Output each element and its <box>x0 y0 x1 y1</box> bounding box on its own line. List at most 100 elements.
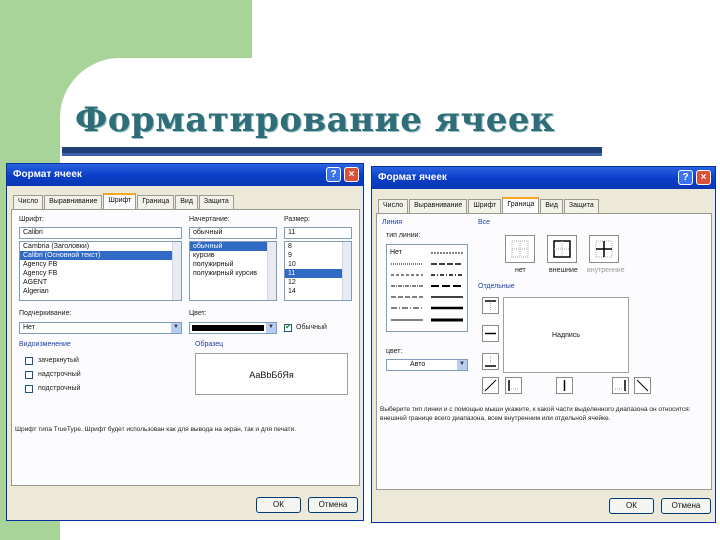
line-color-select[interactable]: Авто ▼ <box>386 359 468 371</box>
style-list[interactable]: обычный курсив полужирный полужирный кур… <box>189 241 277 301</box>
subscript-checkbox[interactable] <box>25 385 33 393</box>
normal-font-label: Обычный <box>296 324 327 331</box>
preset-outline-label: внешние <box>549 267 578 274</box>
preset-inside-button[interactable] <box>589 235 619 263</box>
subscript-label: подстрочный <box>38 385 81 392</box>
dialog-title: Формат ячеек <box>13 169 82 180</box>
list-item[interactable]: полужирный курсив <box>190 269 276 278</box>
tab-font[interactable]: Шрифт <box>103 193 137 209</box>
border-bottom-icon <box>485 356 496 367</box>
dialog-title-bar: Формат ячеек ? × <box>372 167 715 189</box>
list-item[interactable]: Agency FB <box>20 269 181 278</box>
close-button[interactable]: × <box>696 170 711 185</box>
border-top-button[interactable] <box>482 297 499 314</box>
underline-select[interactable]: Нет ▼ <box>19 322 182 334</box>
line-styles[interactable] <box>387 245 467 331</box>
style-input[interactable]: обычный <box>189 227 277 239</box>
close-button[interactable]: × <box>344 167 359 182</box>
chevron-down-icon[interactable]: ▼ <box>266 323 276 333</box>
tab-strip: Число Выравнивание Шрифт Граница Вид Защ… <box>378 197 599 213</box>
border-preview-text: Надпись <box>552 332 580 339</box>
format-cells-dialog-border: Формат ячеек ? × Число Выравнивание Шриф… <box>371 166 716 523</box>
slide-title: Форматирование ячеек <box>75 100 556 140</box>
cancel-button[interactable]: Отмена <box>308 497 358 513</box>
border-bottom-button[interactable] <box>482 353 499 370</box>
font-label: Шрифт: <box>19 216 44 223</box>
help-button[interactable]: ? <box>326 167 341 182</box>
border-middle-icon <box>485 332 496 335</box>
ok-button[interactable]: ОК <box>256 497 301 513</box>
list-item[interactable]: Agency FB <box>20 260 181 269</box>
tab-fill[interactable]: Вид <box>540 199 563 213</box>
format-cells-dialog-font: Формат ячеек ? × Число Выравнивание Шриф… <box>6 163 364 521</box>
style-value: обычный <box>193 229 223 236</box>
size-value: 11 <box>288 229 296 236</box>
list-item[interactable]: курсив <box>190 251 276 260</box>
border-preview[interactable]: Надпись <box>503 297 629 373</box>
font-info-text: Шрифт типа TrueType. Шрифт будет использ… <box>15 426 296 433</box>
border-right-button[interactable] <box>612 377 629 394</box>
tab-protection[interactable]: Защита <box>198 195 234 209</box>
tab-number[interactable]: Число <box>378 199 409 213</box>
check-icon: ✔ <box>285 322 292 331</box>
border-left-icon <box>508 380 519 391</box>
font-name-input[interactable]: Calibri <box>19 227 182 239</box>
line-group-label: Линия <box>382 219 403 226</box>
list-item[interactable]: AGENT <box>20 278 181 287</box>
preset-none-button[interactable] <box>505 235 535 263</box>
superscript-label: надстрочный <box>38 371 81 378</box>
underline-label: Подчеркивание: <box>19 310 72 317</box>
size-list[interactable]: 8 9 10 11 12 14 <box>284 241 352 301</box>
ok-button[interactable]: ОК <box>609 498 654 514</box>
border-center-button[interactable] <box>556 377 573 394</box>
border-middle-button[interactable] <box>482 325 499 342</box>
chevron-down-icon[interactable]: ▼ <box>171 323 181 333</box>
tab-alignment[interactable]: Выравнивание <box>44 195 103 209</box>
tab-border[interactable]: Граница <box>137 195 175 209</box>
cancel-button[interactable]: Отмена <box>661 498 711 514</box>
font-list[interactable]: Cambria (Заголовки) Calibri (Основной те… <box>19 241 182 301</box>
border-left-button[interactable] <box>505 377 522 394</box>
border-none-icon <box>511 240 529 258</box>
border-diagonal-down-button[interactable] <box>634 377 651 394</box>
list-item[interactable]: Algerian <box>20 287 181 296</box>
border-center-icon <box>563 380 566 391</box>
list-item[interactable]: Calibri (Основной текст) <box>20 251 181 260</box>
slide: Форматирование ячеек Формат ячеек ? × Чи… <box>0 0 720 540</box>
presets-label: Все <box>478 219 491 226</box>
border-top-icon <box>485 300 496 311</box>
title-underline-bar-light <box>62 153 602 156</box>
strikethrough-checkbox[interactable] <box>25 357 33 365</box>
sample-preview: АаВbБбЯя <box>195 353 348 395</box>
normal-font-checkbox[interactable]: ✔ <box>284 322 292 332</box>
chevron-down-icon[interactable]: ▼ <box>457 360 467 370</box>
size-input[interactable]: 11 <box>284 227 352 239</box>
scrollbar[interactable] <box>342 242 351 300</box>
list-item[interactable]: Cambria (Заголовки) <box>20 242 181 251</box>
line-color-label: цвет: <box>386 348 403 355</box>
diagonal-down-icon <box>636 379 649 392</box>
tab-alignment[interactable]: Выравнивание <box>409 199 468 213</box>
tab-font[interactable]: Шрифт <box>468 199 502 213</box>
dialog-title: Формат ячеек <box>378 172 447 183</box>
list-item[interactable]: обычный <box>190 242 276 251</box>
border-diagonal-up-button[interactable] <box>482 377 499 394</box>
tab-border[interactable]: Граница <box>502 197 540 213</box>
scrollbar[interactable] <box>267 242 276 300</box>
sample-text: АаВbБбЯя <box>249 370 294 380</box>
superscript-checkbox[interactable] <box>25 371 33 379</box>
dialog-title-bar: Формат ячеек ? × <box>7 164 363 186</box>
diagonal-up-icon <box>484 379 497 392</box>
tab-protection[interactable]: Защита <box>563 199 599 213</box>
line-style-list[interactable]: Нет <box>386 244 468 332</box>
border-group-label: Отдельные <box>478 283 515 290</box>
color-swatch <box>192 325 264 331</box>
preset-outline-button[interactable] <box>547 235 577 263</box>
size-label: Размер: <box>284 216 311 223</box>
tab-fill[interactable]: Вид <box>175 195 198 209</box>
tab-number[interactable]: Число <box>13 195 44 209</box>
color-select[interactable]: ▼ <box>189 322 277 334</box>
list-item[interactable]: полужирный <box>190 260 276 269</box>
help-button[interactable]: ? <box>678 170 693 185</box>
scrollbar[interactable] <box>172 242 181 300</box>
